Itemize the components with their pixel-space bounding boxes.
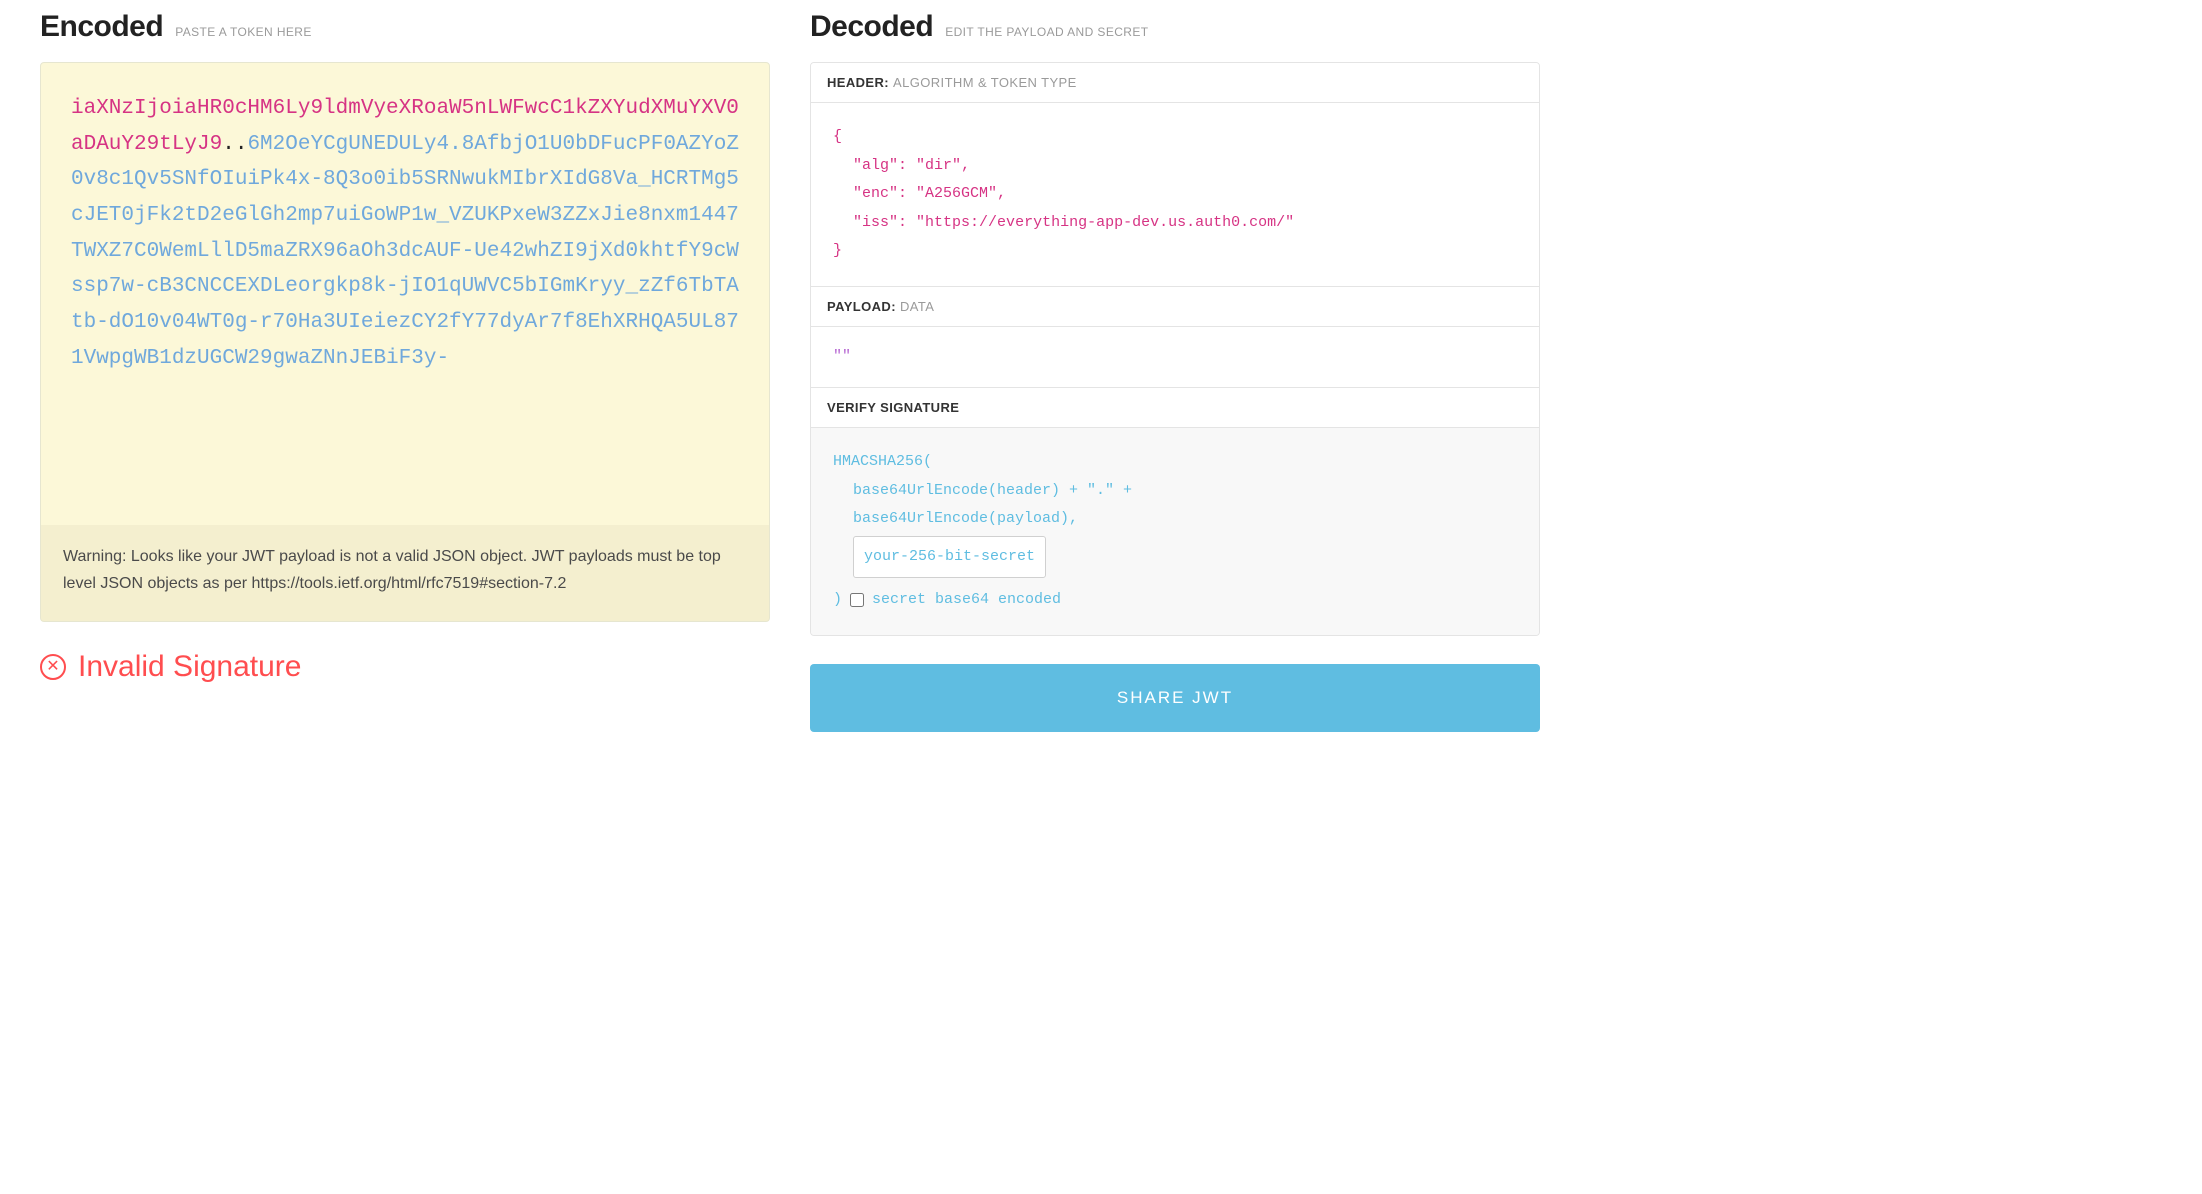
decoded-subtitle: EDIT THE PAYLOAD AND SECRET <box>945 25 1148 39</box>
token-payload: 6M2OeYCgUNEDULy4.8AfbjO1U0bDFucPF0AZYoZ0… <box>71 133 739 370</box>
signature-label: VERIFY SIGNATURE <box>827 400 959 415</box>
jwt-warning-text: Warning: Looks like your JWT payload is … <box>63 548 721 592</box>
invalid-icon: ✕ <box>40 654 66 680</box>
encoded-header: Encoded PASTE A TOKEN HERE <box>40 10 770 44</box>
section-header-signature: VERIFY SIGNATURE <box>811 388 1539 428</box>
encoded-token-input[interactable]: iaXNzIjoiaHR0cHM6Ly9ldmVyeXRoaW5nLWFwcC1… <box>40 62 770 622</box>
header-enc: "A256GCM" <box>916 185 997 202</box>
payload-label: PAYLOAD: <box>827 299 896 314</box>
secret-base64-label: secret base64 encoded <box>872 586 1061 615</box>
section-header-header: HEADER: ALGORITHM & TOKEN TYPE <box>811 63 1539 103</box>
payload-value: "" <box>833 348 851 365</box>
header-iss: "https://everything-app-dev.us.auth0.com… <box>916 214 1294 231</box>
header-json-editor[interactable]: { "alg": "dir", "enc": "A256GCM", "iss":… <box>811 103 1539 287</box>
token-separator: .. <box>222 133 247 156</box>
signature-status: ✕ Invalid Signature <box>40 650 770 684</box>
header-label: HEADER: <box>827 75 889 90</box>
decoded-panel: HEADER: ALGORITHM & TOKEN TYPE { "alg": … <box>810 62 1540 636</box>
secret-base64-checkbox[interactable] <box>850 593 864 607</box>
decoded-header: Decoded EDIT THE PAYLOAD AND SECRET <box>810 10 1540 44</box>
share-jwt-button[interactable]: SHARE JWT <box>810 664 1540 732</box>
encoded-subtitle: PASTE A TOKEN HERE <box>175 25 312 39</box>
jwt-warning: Warning: Looks like your JWT payload is … <box>41 525 769 621</box>
sig-algo: HMACSHA256( <box>833 448 1517 477</box>
sig-line2: base64UrlEncode(payload), <box>853 510 1078 527</box>
signature-status-text: Invalid Signature <box>78 650 301 684</box>
sig-line1: base64UrlEncode(header) + "." + <box>853 482 1132 499</box>
encoded-title: Encoded <box>40 10 163 44</box>
payload-json-editor[interactable]: "" <box>811 327 1539 389</box>
decoded-title: Decoded <box>810 10 933 44</box>
secret-input[interactable]: your-256-bit-secret <box>853 536 1046 579</box>
section-header-payload: PAYLOAD: DATA <box>811 287 1539 327</box>
signature-editor: HMACSHA256( base64UrlEncode(header) + ".… <box>811 428 1539 635</box>
header-sublabel: ALGORITHM & TOKEN TYPE <box>893 75 1077 90</box>
sig-close-paren: ) <box>833 586 842 615</box>
payload-sublabel: DATA <box>900 299 934 314</box>
header-alg: "dir" <box>916 157 961 174</box>
